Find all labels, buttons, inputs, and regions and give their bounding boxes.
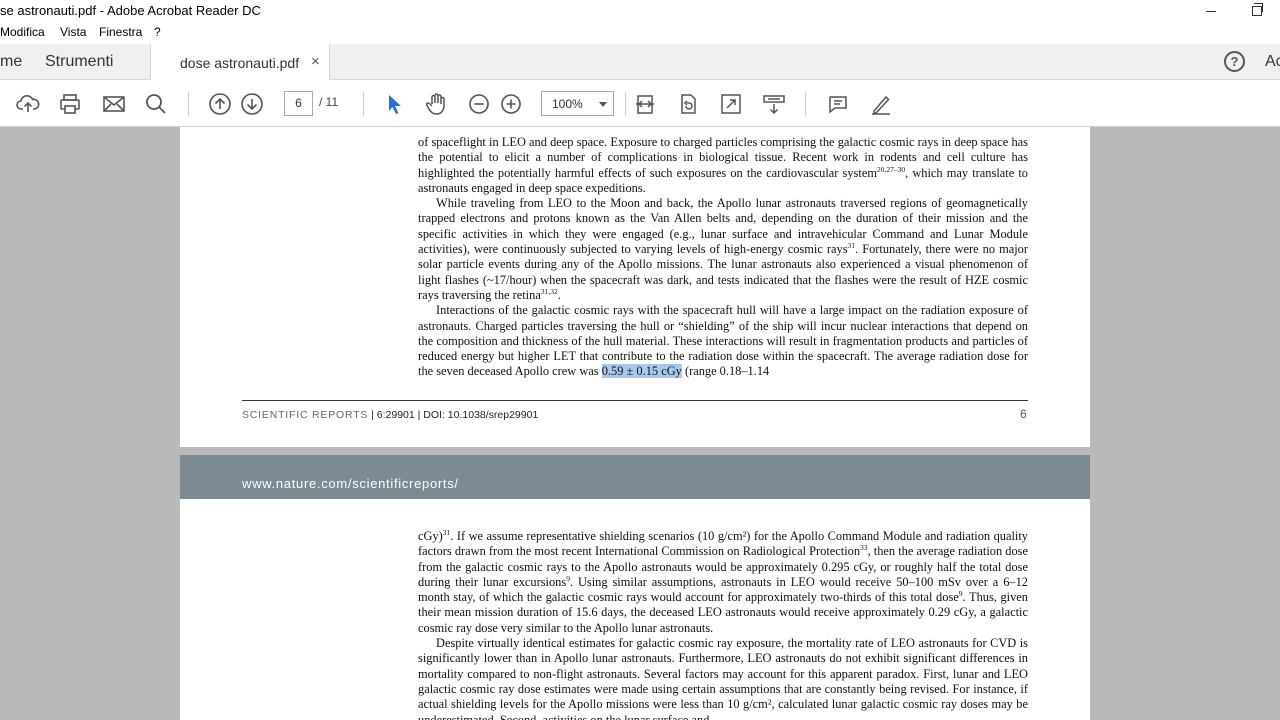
- footer-journal: SCIENTIFIC REPORTS: [242, 409, 369, 421]
- full-screen-icon[interactable]: [718, 91, 744, 117]
- paragraph-text: Despite virtually identical estimates fo…: [418, 636, 1028, 720]
- search-icon[interactable]: [143, 91, 169, 117]
- comment-icon[interactable]: [825, 91, 851, 117]
- page-up-icon[interactable]: [207, 91, 233, 117]
- header-url: www.nature.com/scientificreports/: [242, 476, 459, 491]
- fit-page-icon[interactable]: [632, 91, 658, 117]
- pdf-page-6: of spaceflight in LEO and deep space. Ex…: [180, 127, 1090, 447]
- citation-ref: 31,32: [540, 286, 558, 296]
- page-total: / 11: [319, 95, 339, 109]
- print-icon[interactable]: [57, 91, 83, 117]
- help-icon[interactable]: ?: [1224, 51, 1245, 72]
- page-footer: SCIENTIFIC REPORTS | 6:29901 | DOI: 10.1…: [242, 409, 538, 421]
- account-label[interactable]: Ac: [1265, 53, 1280, 71]
- hand-icon[interactable]: [423, 91, 449, 117]
- rotate-icon[interactable]: [675, 91, 701, 117]
- tab-home[interactable]: me: [0, 53, 22, 71]
- citation-ref: 20,27–30: [876, 164, 906, 174]
- paragraph-text: .: [557, 287, 561, 302]
- scroll-mode-icon[interactable]: [761, 91, 787, 117]
- upload-icon[interactable]: [15, 91, 41, 117]
- pdf-page-7: www.nature.com/scientificreports/ cGy)31…: [180, 455, 1090, 720]
- tab-tools[interactable]: Strumenti: [45, 53, 113, 71]
- zoom-in-icon[interactable]: [498, 91, 524, 117]
- menu-edit[interactable]: Modifica: [0, 25, 45, 39]
- menu-view[interactable]: Vista: [60, 25, 86, 39]
- select-cursor-icon[interactable]: [381, 91, 407, 117]
- citation-ref: 33: [860, 543, 868, 553]
- close-tab-icon[interactable]: ×: [311, 53, 320, 70]
- page-body-text: of spaceflight in LEO and deep space. Ex…: [418, 135, 1028, 380]
- menu-bar: Modifica Vista Finestra ?: [0, 22, 1280, 44]
- restore-button[interactable]: [1234, 0, 1280, 22]
- minimize-icon: [1206, 10, 1216, 12]
- citation-ref: 31: [847, 240, 856, 250]
- footer-doi: | 6:29901 | DOI: 10.1038/srep29901: [368, 409, 539, 421]
- toolbar-separator: [363, 92, 364, 116]
- page-header-banner: www.nature.com/scientificreports/: [180, 455, 1090, 499]
- title-bar: se astronauti.pdf - Adobe Acrobat Reader…: [0, 0, 1280, 22]
- zoom-value: 100%: [552, 97, 583, 111]
- footer-divider: [242, 400, 1028, 401]
- tab-document-label: dose astronauti.pdf: [180, 55, 300, 71]
- footer-page-number: 6: [1020, 407, 1027, 421]
- restore-icon: [1252, 3, 1263, 16]
- tab-document[interactable]: dose astronauti.pdf ×: [150, 44, 330, 81]
- minimize-button[interactable]: [1188, 0, 1234, 22]
- sign-icon[interactable]: [868, 91, 894, 117]
- toolbar-separator: [625, 92, 626, 116]
- page-body-text: cGy)31. If we assume representative shie…: [418, 529, 1028, 720]
- page-number-input[interactable]: 6: [284, 91, 313, 116]
- zoom-out-icon[interactable]: [466, 91, 492, 117]
- page-down-icon[interactable]: [239, 91, 265, 117]
- selected-text-highlight[interactable]: 0.59 ± 0.15 cGy: [601, 364, 682, 379]
- toolbar-separator: [188, 92, 189, 116]
- window-title: se astronauti.pdf - Adobe Acrobat Reader…: [0, 3, 261, 18]
- menu-window[interactable]: Finestra: [99, 25, 142, 39]
- menu-help[interactable]: ?: [154, 25, 161, 39]
- paragraph-text: (range 0.18–1.14: [681, 364, 770, 379]
- tab-bar: me Strumenti dose astronauti.pdf × ? Ac: [0, 44, 1280, 81]
- toolbar: 6 / 11 100%: [0, 80, 1280, 127]
- toolbar-separator: [805, 92, 806, 116]
- paragraph-text: cGy): [418, 529, 443, 543]
- chevron-down-icon: [599, 102, 607, 107]
- zoom-select[interactable]: 100%: [541, 91, 614, 116]
- mail-icon[interactable]: [101, 91, 127, 117]
- document-viewer[interactable]: of spaceflight in LEO and deep space. Ex…: [0, 127, 1280, 720]
